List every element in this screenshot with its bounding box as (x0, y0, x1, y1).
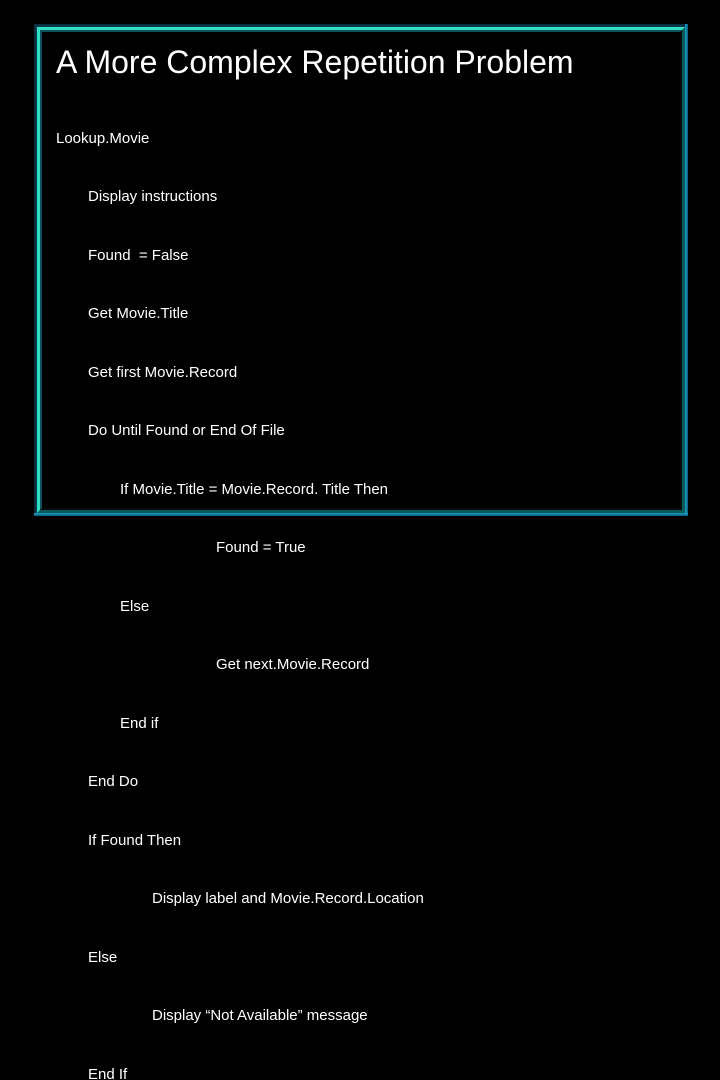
slide-frame: A More Complex Repetition Problem Lookup… (34, 24, 688, 516)
code-line: Found = True (56, 538, 666, 558)
code-line: Found = False (56, 246, 666, 266)
code-line: End if (56, 714, 666, 734)
pseudocode-block: Lookup.Movie Display instructions Found … (56, 90, 666, 1080)
code-line: End If (56, 1065, 666, 1080)
code-line: Get next.Movie.Record (56, 655, 666, 675)
slide-content: A More Complex Repetition Problem Lookup… (42, 32, 680, 508)
code-line: Display instructions (56, 187, 666, 207)
code-line: Get first Movie.Record (56, 363, 666, 383)
code-line: Else (56, 948, 666, 968)
code-line: Display label and Movie.Record.Location (56, 889, 666, 909)
code-line: End Do (56, 772, 666, 792)
code-line: Do Until Found or End Of File (56, 421, 666, 441)
code-line: If Movie.Title = Movie.Record. Title The… (56, 480, 666, 500)
code-line: If Found Then (56, 831, 666, 851)
code-line: Lookup.Movie (56, 129, 666, 149)
frame-edge (685, 24, 688, 516)
code-line: Else (56, 597, 666, 617)
code-line: Display “Not Available” message (56, 1006, 666, 1026)
slide-title: A More Complex Repetition Problem (56, 46, 666, 80)
code-line: Get Movie.Title (56, 304, 666, 324)
